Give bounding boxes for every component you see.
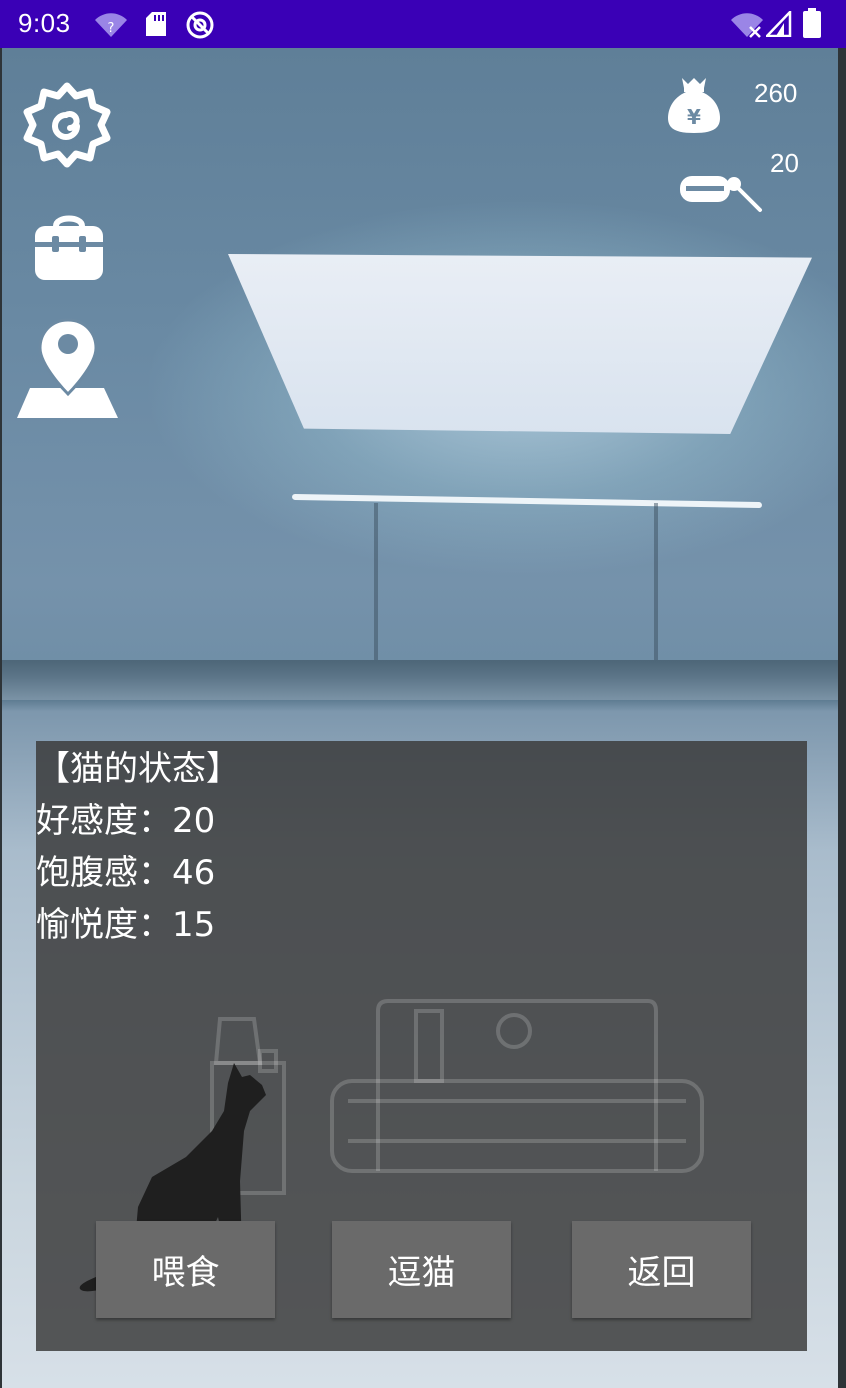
game-screen: ¥ 260 20 【猫的状态】 好感度：20 饱腹感：46 愉悦度：15 喂食 … [2,48,838,1388]
sd-card-icon [146,12,166,36]
svg-text:¥: ¥ [687,105,701,129]
map-pin-icon[interactable] [16,318,120,420]
status-time: 9:03 [18,8,71,38]
wifi-question-icon: ? [95,13,127,37]
ceiling-light [228,254,812,434]
happiness-value: 15 [172,905,216,945]
happiness-label: 愉悦度： [36,905,172,945]
affection-row: 好感度：20 [36,801,215,841]
cat-toy-icon [680,176,762,212]
wall-trim [2,660,838,700]
battery-icon [803,8,821,38]
svg-text:?: ? [108,21,115,36]
money-counter: 260 [754,78,798,108]
toy-counter: 20 [770,148,799,178]
status-title: 【猫的状态】 [36,749,240,789]
status-bar: 9:03 ? [0,0,846,48]
affection-label: 好感度： [36,801,172,841]
rail-cable [374,503,378,663]
happiness-row: 愉悦度：15 [36,905,215,945]
no-sim-icon [186,11,214,39]
gear-icon[interactable] [22,82,112,168]
fullness-value: 46 [172,853,216,893]
backpack-icon[interactable] [32,212,106,282]
rail-cable [654,503,658,663]
wifi-off-icon [731,13,763,38]
play-button[interactable]: 逗猫 [332,1221,511,1318]
cat-status-panel: 【猫的状态】 好感度：20 饱腹感：46 愉悦度：15 喂食 逗猫 返回 [36,741,807,1351]
fullness-label: 饱腹感： [36,853,172,893]
fullness-row: 饱腹感：46 [36,853,215,893]
money-bag-icon: ¥ [668,78,720,133]
affection-value: 20 [172,801,216,841]
back-button[interactable]: 返回 [572,1221,751,1318]
signal-icon [766,11,792,37]
feed-button[interactable]: 喂食 [96,1221,275,1318]
